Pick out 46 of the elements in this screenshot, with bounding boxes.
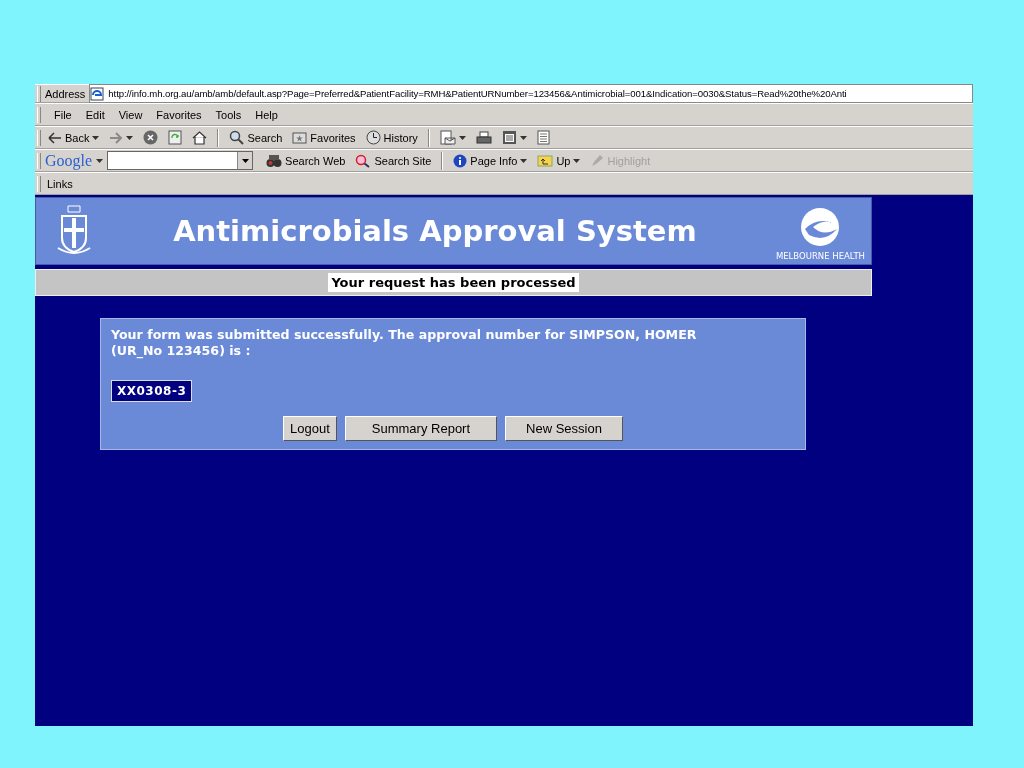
stop-icon <box>143 130 159 145</box>
toolbar-button[interactable]: Search Site <box>352 153 435 168</box>
magnifier-icon <box>355 153 372 168</box>
search-field[interactable] <box>107 151 254 170</box>
document-icon <box>501 130 517 145</box>
menu-item[interactable]: Help <box>254 108 279 121</box>
menu-item[interactable]: File <box>53 108 73 121</box>
clock-icon <box>365 130 381 145</box>
forward-arrow-icon <box>109 131 124 144</box>
status-message: Your request has been processed <box>328 273 579 292</box>
mail-icon <box>439 130 456 145</box>
action-button[interactable]: Summary Report <box>344 416 498 442</box>
brand-name: MELBOURNE HEALTH <box>775 251 865 261</box>
toolbar-button[interactable]: Search <box>226 130 286 145</box>
folder-up-icon <box>537 154 554 167</box>
menu-item[interactable]: Edit <box>84 108 106 121</box>
result-message: Your form was submitted successfully. The approval number for SIMPSON, HOMER (UR_No 123456) is : <box>111 327 698 359</box>
refresh-icon <box>168 130 183 145</box>
back-arrow-icon <box>48 131 62 144</box>
address-label: Address <box>45 87 86 100</box>
menu-item[interactable]: View <box>117 108 144 121</box>
notes-icon <box>536 130 550 145</box>
toolbar-button[interactable]: Up <box>534 154 584 167</box>
menu-item[interactable]: Favorites <box>155 108 203 121</box>
action-button[interactable]: New Session <box>505 416 623 442</box>
address-field[interactable]: http://info.mh.org.au/amb/amb/default.asp?Page=Preferred&PatientFacility=RMH&PatientURNumber=123456&Antimicrobial=001&Indication=0030&Status=Read%20the%20Anti <box>89 84 973 103</box>
google-logo[interactable]: Google <box>45 151 93 170</box>
action-button[interactable]: Logout <box>283 416 337 442</box>
toolbar-button[interactable]: Search Web <box>263 153 349 168</box>
toolbar-button[interactable]: Back <box>45 131 103 144</box>
toolbar-button[interactable]: Page Info <box>450 153 531 168</box>
home-icon <box>192 130 208 145</box>
star-folder-icon <box>292 131 308 144</box>
dropdown-caret-icon <box>96 158 104 163</box>
info-icon <box>453 153 468 168</box>
toolbar-button[interactable]: Favorites <box>289 131 359 144</box>
marker-icon <box>590 154 605 167</box>
links-label[interactable]: Links <box>47 177 73 190</box>
printer-icon <box>475 130 492 145</box>
search-icon <box>229 130 245 145</box>
toolbar-button[interactable]: History <box>362 130 421 145</box>
dropdown-caret-icon[interactable] <box>241 158 249 163</box>
binoculars-icon <box>266 153 283 168</box>
app-title: Antimicrobials Approval System <box>172 214 698 248</box>
approval-number: XX0308-3 <box>111 380 193 403</box>
menu-item[interactable]: Tools <box>214 108 243 121</box>
